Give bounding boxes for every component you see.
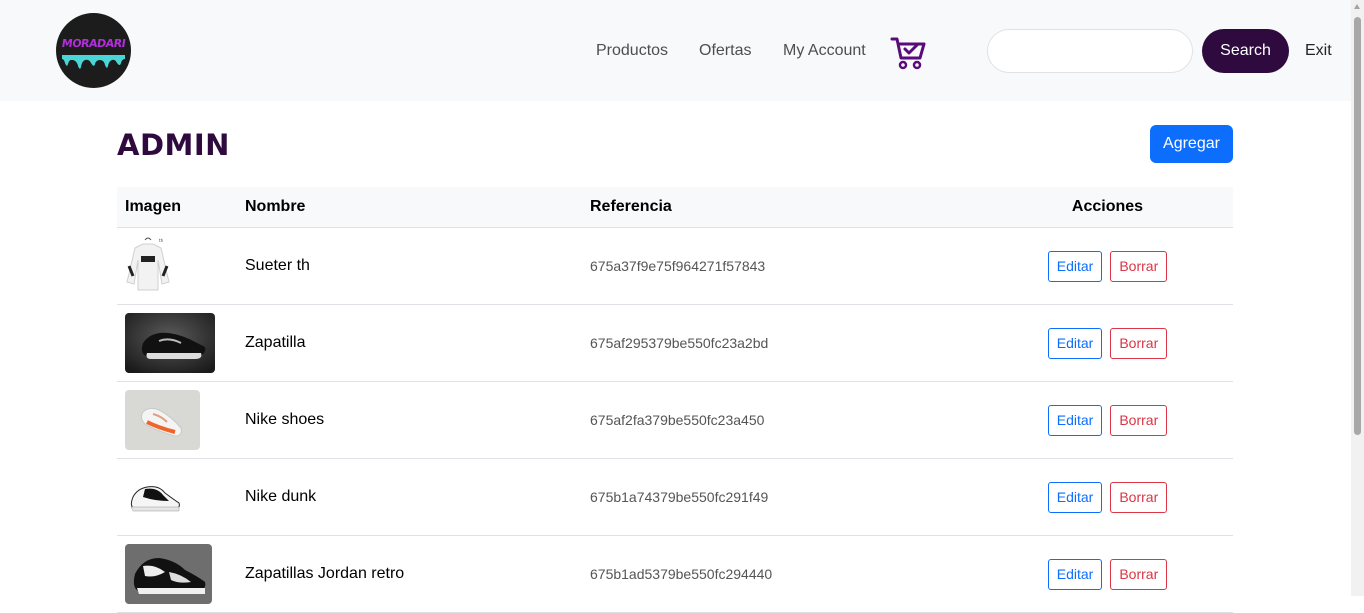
search-button[interactable]: Search	[1202, 29, 1289, 73]
product-name: Nike dunk	[237, 458, 582, 536]
header-nombre: Nombre	[237, 187, 582, 228]
table-row: Zapatilla 675af295379be550fc23a2bd Edita…	[117, 304, 1233, 382]
scrollbar-thumb[interactable]	[1354, 17, 1361, 435]
table-row: th Sueter th 675a37f9e75f964271f57843 Ed…	[117, 227, 1233, 305]
table-row: Zapatillas Jordan retro 675b1ad5379be550…	[117, 535, 1233, 613]
table-header-row: Imagen Nombre Referencia Acciones	[117, 187, 1233, 228]
actions-cell: Editar Borrar	[982, 381, 1233, 459]
sweater-image: th	[125, 236, 171, 296]
add-product-button[interactable]: Agregar	[1150, 125, 1233, 163]
svg-text:th: th	[159, 238, 164, 243]
nav-link-productos[interactable]: Productos	[596, 42, 668, 60]
delete-button[interactable]: Borrar	[1110, 404, 1168, 436]
actions-cell: Editar Borrar	[982, 304, 1233, 382]
page-title: ADMIN	[117, 128, 230, 162]
products-table: Imagen Nombre Referencia Acciones th Sue…	[117, 187, 1233, 613]
logo-text: MORADARI	[60, 37, 127, 50]
edit-button[interactable]: Editar	[1047, 558, 1103, 590]
product-name: Sueter th	[237, 227, 582, 305]
sneaker-image	[125, 313, 215, 373]
brand-logo[interactable]: MORADARI	[56, 13, 131, 88]
product-reference: 675b1a74379be550fc291f49	[582, 458, 982, 536]
product-reference: 675af2fa379be550fc23a450	[582, 381, 982, 459]
navbar: MORADARI Productos Ofertas My Account Se…	[0, 0, 1351, 101]
product-image-cell	[117, 304, 237, 382]
actions-cell: Editar Borrar	[982, 535, 1233, 613]
product-reference: 675b1ad5379be550fc294440	[582, 535, 982, 613]
sneaker-image	[125, 477, 183, 517]
scroll-up-arrow-icon[interactable]	[1354, 4, 1360, 9]
product-name: Zapatilla	[237, 304, 582, 382]
header-imagen: Imagen	[117, 187, 237, 228]
header-referencia: Referencia	[582, 187, 982, 228]
table-row: Nike dunk 675b1a74379be550fc291f49 Edita…	[117, 458, 1233, 536]
edit-button[interactable]: Editar	[1047, 250, 1103, 282]
actions-cell: Editar Borrar	[982, 458, 1233, 536]
nav-link-ofertas[interactable]: Ofertas	[699, 42, 751, 60]
product-image-cell	[117, 458, 237, 536]
product-image-cell	[117, 535, 237, 613]
sneaker-image	[125, 390, 200, 450]
delete-button[interactable]: Borrar	[1110, 558, 1168, 590]
delete-button[interactable]: Borrar	[1110, 481, 1168, 513]
product-name: Nike shoes	[237, 381, 582, 459]
exit-link[interactable]: Exit	[1305, 42, 1332, 60]
sneaker-image	[125, 544, 212, 604]
product-reference: 675a37f9e75f964271f57843	[582, 227, 982, 305]
cart-check-icon[interactable]	[890, 36, 926, 70]
product-reference: 675af295379be550fc23a2bd	[582, 304, 982, 382]
vertical-scrollbar[interactable]	[1351, 0, 1364, 596]
product-image-cell: th	[117, 227, 237, 305]
header-acciones: Acciones	[982, 187, 1233, 228]
edit-button[interactable]: Editar	[1047, 327, 1103, 359]
product-name: Zapatillas Jordan retro	[237, 535, 582, 613]
search-input[interactable]	[987, 29, 1193, 73]
actions-cell: Editar Borrar	[982, 227, 1233, 305]
delete-button[interactable]: Borrar	[1110, 327, 1168, 359]
product-image-cell	[117, 381, 237, 459]
delete-button[interactable]: Borrar	[1110, 250, 1168, 282]
edit-button[interactable]: Editar	[1047, 404, 1103, 436]
table-row: Nike shoes 675af2fa379be550fc23a450 Edit…	[117, 381, 1233, 459]
edit-button[interactable]: Editar	[1047, 481, 1103, 513]
logo-drip-icon	[62, 55, 125, 69]
nav-link-my-account[interactable]: My Account	[783, 42, 866, 60]
